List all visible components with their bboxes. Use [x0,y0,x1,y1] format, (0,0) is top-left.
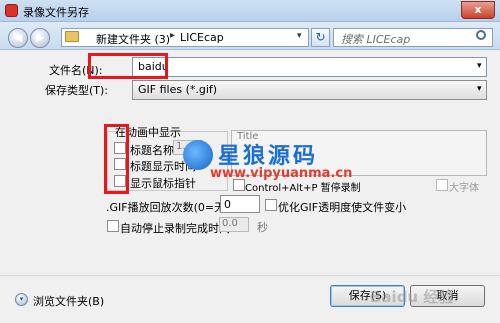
chevron-down-icon[interactable]: ▾ [15,293,28,306]
big-font-checkbox[interactable] [436,179,448,191]
divider [0,275,500,276]
chevron-down-icon[interactable]: ▾ [477,84,482,94]
window-title: 录像文件另存 [23,6,89,19]
filetype-label: 保存类型(T): [45,84,109,97]
autostop-label: 自动停止录制完成时间 [120,222,230,235]
close-button[interactable]: x [461,1,495,19]
chevron-down-icon[interactable]: ▾ [477,61,482,71]
search-placeholder: 搜索 LICEcap [341,33,411,46]
highlight-box [104,124,129,194]
refresh-button[interactable]: ↻ [311,28,330,47]
baidu-watermark: Baidu 经验 [370,288,454,306]
filetype-value[interactable]: GIF files (*.gif) [138,83,217,96]
app-icon [5,4,18,17]
forward-button[interactable]: ▶ [30,28,50,48]
watermark-logo-icon [183,140,213,170]
seconds-label: 秒 [257,221,268,234]
search-icon[interactable] [476,30,486,40]
autostop-value: 0.0 [222,218,238,229]
show-cursor-label: 显示鼠标指针 [130,177,196,190]
watermark-url: www.vipyuanma.cn [210,166,353,181]
breadcrumb-item[interactable]: 新建文件夹 (3) [96,31,170,47]
hotkey-label: Control+Alt+P 暂停录制 [245,183,361,194]
filename-field[interactable] [132,57,487,77]
browse-folders-toggle[interactable]: 浏览文件夹(B) [33,293,104,309]
back-button[interactable]: ◀ [8,28,28,48]
breadcrumb-item[interactable]: LICEcap [180,31,224,44]
title-name-label: 标题名称: [130,144,178,157]
optimize-label: 优化GIF透明度使文件变小 [278,201,407,214]
optimize-checkbox[interactable] [265,199,277,211]
autostop-checkbox[interactable] [107,220,119,232]
breadcrumb-separator-icon: ▸ [170,30,176,41]
folder-icon [65,31,79,42]
chevron-down-icon[interactable]: ▾ [297,31,302,41]
highlight-box [88,53,168,79]
big-font-label: 大字体 [449,183,479,194]
loop-count-value: 0 [224,198,231,211]
